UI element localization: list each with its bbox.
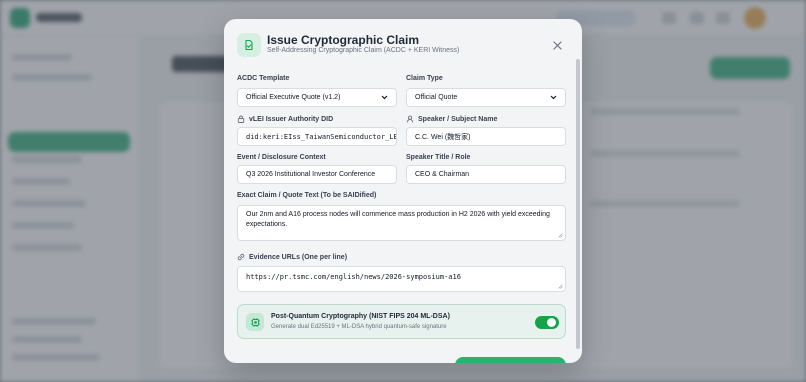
event-context-input[interactable]: Q3 2026 Institutional Investor Conferenc… [237, 165, 397, 184]
pqc-option-card: Post-Quantum Cryptography (NIST FIPS 204… [237, 304, 566, 339]
subject-name-value: C.C. Wei (魏哲家) [415, 133, 471, 141]
evidence-urls-area[interactable]: https://pr.tsmc.com/english/news/2026-sy… [237, 266, 566, 292]
event-label: Event / Disclosure Context [237, 154, 326, 161]
issue-claim-modal: Issue Cryptographic Claim Self-Addressin… [224, 19, 582, 363]
template-select-value: Official Executive Quote (v1.2) [246, 94, 341, 101]
modal-scrollbar[interactable] [576, 59, 580, 349]
claim-text-area[interactable]: Our 2nm and A16 process nodes will comme… [237, 205, 566, 241]
speaker-title-value: CEO & Chairman [415, 171, 470, 178]
claim-text-label: Exact Claim / Quote Text (To be SAIDifie… [237, 192, 376, 199]
event-label-text: Event / Disclosure Context [237, 154, 326, 161]
lock-icon [237, 115, 245, 123]
speaker-title-input[interactable]: CEO & Chairman [406, 165, 566, 184]
subject-name-input[interactable]: C.C. Wei (魏哲家) [406, 127, 566, 146]
claim-text-value: Our 2nm and A16 process nodes will comme… [246, 211, 550, 228]
evidence-label: Evidence URLs (One per line) [237, 253, 347, 261]
issuer-did-value: did:keri:EIss_TaiwanSemiconductor_LEI55 [246, 132, 397, 141]
template-label-text: ACDC Template [237, 75, 290, 82]
claim-type-select-value: Official Quote [415, 94, 458, 101]
chevron-down-icon [550, 95, 557, 100]
issuer-did-input[interactable]: did:keri:EIss_TaiwanSemiconductor_LEI55 [237, 127, 397, 146]
issue-claim-button[interactable] [455, 357, 566, 363]
toggle-knob [547, 318, 556, 327]
link-icon [237, 253, 245, 261]
resize-grip-icon[interactable] [558, 284, 563, 289]
close-button[interactable] [550, 38, 564, 52]
claim-type-label-text: Claim Type [406, 75, 443, 82]
pqc-title: Post-Quantum Cryptography (NIST FIPS 204… [271, 313, 450, 320]
claim-text-label-text: Exact Claim / Quote Text (To be SAIDifie… [237, 192, 377, 199]
template-label: ACDC Template [237, 75, 289, 82]
claim-type-label: Claim Type [406, 75, 443, 82]
template-select[interactable]: Official Executive Quote (v1.2) [237, 88, 397, 107]
close-icon [552, 40, 562, 50]
document-check-icon [237, 33, 261, 57]
subject-label: Speaker / Subject Name [406, 115, 497, 123]
evidence-label-text: Evidence URLs (One per line) [249, 253, 348, 261]
modal-title: Issue Cryptographic Claim [267, 33, 420, 47]
modal-subtitle: Self-Addressing Cryptographic Claim (ACD… [267, 47, 460, 54]
pqc-subtitle: Generate dual Ed25519 + ML-DSA hybrid qu… [271, 324, 447, 330]
issuer-label: vLEI Issuer Authority DID [237, 115, 333, 123]
issuer-label-text: vLEI Issuer Authority DID [249, 115, 334, 123]
user-icon [406, 115, 414, 123]
chevron-down-icon [381, 95, 388, 100]
subject-label-text: Speaker / Subject Name [418, 115, 498, 123]
evidence-urls-value: https://pr.tsmc.com/english/news/2026-sy… [246, 273, 461, 281]
resize-grip-icon[interactable] [558, 233, 563, 238]
speaker-title-label-text: Speaker Title / Role [406, 154, 471, 161]
speaker-title-label: Speaker Title / Role [406, 154, 470, 161]
event-context-value: Q3 2026 Institutional Investor Conferenc… [246, 171, 376, 178]
cpu-chip-icon [246, 313, 264, 331]
pqc-toggle[interactable] [535, 316, 559, 329]
claim-type-select[interactable]: Official Quote [406, 88, 566, 107]
